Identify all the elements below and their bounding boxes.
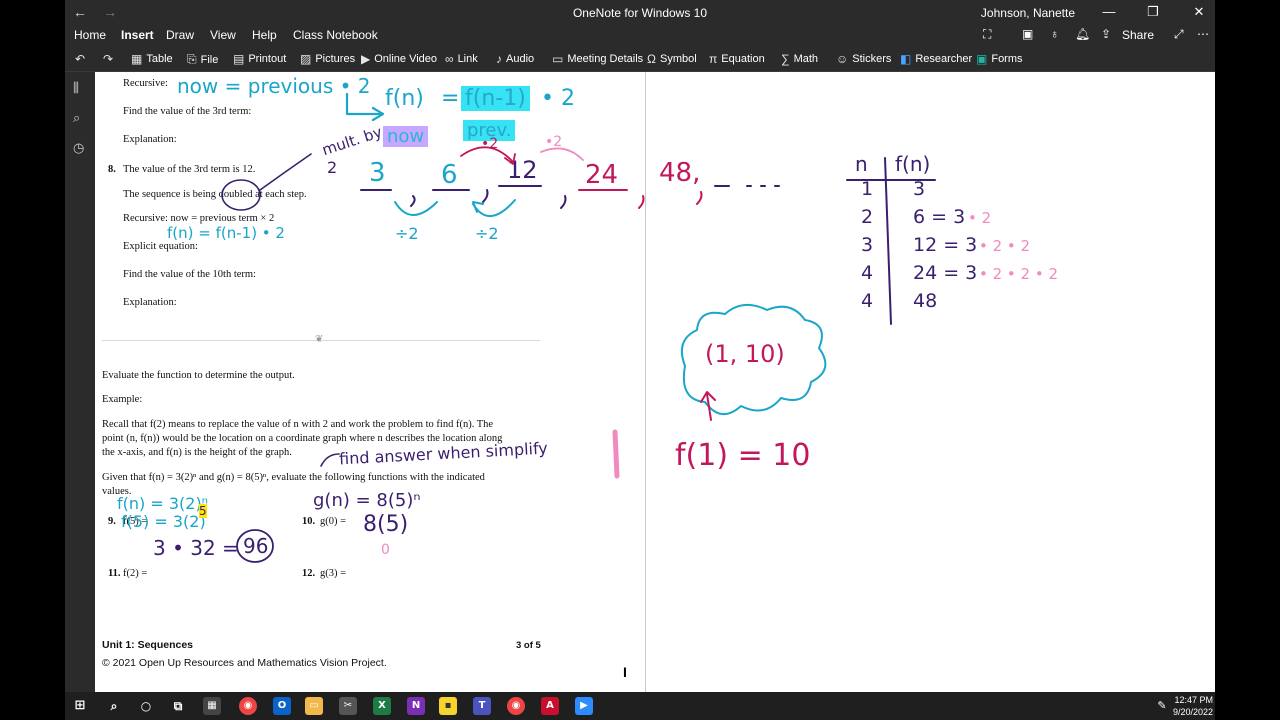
ink-table-n-3: 3 xyxy=(861,234,874,256)
picture-icon: ▨ xyxy=(300,52,312,66)
ribbon-symbol[interactable]: Ω Symbol xyxy=(647,52,697,66)
ink-table-n-2: 2 xyxy=(861,206,874,228)
navigation-rail: ⫼ ⌕ ◷ xyxy=(65,72,95,692)
onenote-window: ← → OneNote for Windows 10 Johnson, Nane… xyxy=(65,0,1215,692)
clock-date: 9/20/2022 xyxy=(1172,707,1213,717)
title-bar: ← → OneNote for Windows 10 Johnson, Nane… xyxy=(65,0,1215,24)
bell-icon[interactable]: 🔔︎ xyxy=(1075,27,1090,41)
researcher-icon: ◧ xyxy=(900,52,912,66)
ink-table-f-5: 48 xyxy=(913,290,938,312)
ribbon-meeting-details[interactable]: ▭ Meeting Details xyxy=(552,52,643,66)
math-icon: ∑ xyxy=(781,52,790,66)
ink-table-f-4: 24 = 3 xyxy=(913,262,978,284)
tab-help[interactable]: Help xyxy=(252,28,277,42)
notebook-sync-icon[interactable]: ▣ xyxy=(1022,27,1033,41)
ribbon-audio[interactable]: ♪ Audio xyxy=(496,52,534,66)
zoom-icon[interactable]: ▶ xyxy=(575,697,593,715)
omega-icon: Ω xyxy=(647,52,656,66)
tab-draw[interactable]: Draw xyxy=(166,28,194,42)
file-explorer-icon[interactable]: ▭ xyxy=(305,697,323,715)
ribbon-printout[interactable]: ▤ Printout xyxy=(233,52,286,66)
excel-icon[interactable]: X xyxy=(373,697,391,715)
ribbon-table[interactable]: ▦ Table xyxy=(131,52,173,66)
user-name[interactable]: Johnson, Nanette xyxy=(981,6,1075,20)
ribbon-stickers[interactable]: ☺ Stickers xyxy=(836,52,891,66)
note-page[interactable]: Recursive: Find the value of the 3rd ter… xyxy=(95,72,1215,692)
menu-tabs: Home Insert Draw View Help Class Noteboo… xyxy=(65,24,1215,46)
tab-class-notebook[interactable]: Class Notebook xyxy=(293,28,378,42)
ink-strokes xyxy=(221,92,936,563)
full-page-view-icon[interactable]: ⛶ xyxy=(983,27,991,42)
search-icon[interactable]: ⌕ xyxy=(73,110,80,126)
ink-table-extra-4: • 2 • 2 • 2 xyxy=(979,265,1059,283)
sticker-icon: ☺ xyxy=(836,52,849,66)
teams-icon[interactable]: T xyxy=(473,697,491,715)
redo-icon[interactable]: ↷ xyxy=(103,52,113,66)
restore-icon[interactable]: ❐ xyxy=(1143,4,1163,20)
cortana-icon[interactable]: ○ xyxy=(137,697,155,715)
table-icon: ▦ xyxy=(131,52,143,66)
ribbon-math[interactable]: ∑ Math xyxy=(781,52,818,66)
ribbon-researcher[interactable]: ◧ Researcher xyxy=(900,52,972,66)
paperclip-icon: ⎘ xyxy=(187,52,197,66)
ribbon-link[interactable]: ∞ Link xyxy=(445,52,478,66)
forms-icon: ▣ xyxy=(976,52,988,66)
acrobat-icon[interactable]: A xyxy=(541,697,559,715)
share-button[interactable]: Share xyxy=(1122,28,1154,42)
tab-view[interactable]: View xyxy=(210,28,236,42)
ink-table-f-3: 12 = 3 xyxy=(913,234,978,256)
task-view-icon[interactable]: ⧉ xyxy=(169,697,187,715)
ink-table-f-1: 3 xyxy=(913,178,926,200)
tab-insert[interactable]: Insert xyxy=(121,28,154,46)
onenote-icon[interactable]: N xyxy=(407,697,425,715)
ink-table-f-2: 6 = 3 xyxy=(913,206,966,228)
undo-icon[interactable]: ↶ xyxy=(75,52,85,66)
ink-table-n-1: 1 xyxy=(861,178,874,200)
video-icon: ▶ xyxy=(361,52,371,66)
windows-taskbar: ⊞ ⌕ ○ ⧉ ▦ ◉ O ▭ ✂ X N ▪ T ◉ A ▶ ✎ 12:47 … xyxy=(65,692,1215,720)
snip-tool-icon[interactable]: ✂ xyxy=(339,697,357,715)
ribbon-equation[interactable]: π Equation xyxy=(709,52,765,66)
microphone-icon: ♪ xyxy=(496,52,502,66)
calendar-icon: ▭ xyxy=(552,52,564,66)
ink-table-n-5: 4 xyxy=(861,290,874,312)
pi-icon: π xyxy=(709,52,718,66)
minimize-icon[interactable]: — xyxy=(1099,4,1119,19)
insert-ribbon: ↶ ↷ ▦ Table ⎘ File ▤ Printout ▨ Pictures ▶ On… xyxy=(65,44,1215,72)
clock-time: 12:47 PM xyxy=(1174,695,1213,705)
recent-icon[interactable]: ◷ xyxy=(73,140,84,156)
lightbulb-icon[interactable]: ♁ xyxy=(1050,27,1059,41)
sticky-notes-icon[interactable]: ▪ xyxy=(439,697,457,715)
chrome-icon-2[interactable]: ◉ xyxy=(507,697,525,715)
ink-table-extra-3: • 2 • 2 xyxy=(979,237,1031,255)
more-icon[interactable]: ⋯ xyxy=(1197,27,1209,41)
calculator-icon[interactable]: ▦ xyxy=(203,697,221,715)
search-icon[interactable]: ⌕ xyxy=(105,697,123,715)
ink-table-n-4: 4 xyxy=(861,262,874,284)
link-icon: ∞ xyxy=(445,52,454,66)
close-icon[interactable]: ✕ xyxy=(1189,4,1209,20)
clock[interactable]: 12:47 PM 9/20/2022 xyxy=(1173,694,1213,718)
chrome-icon[interactable]: ◉ xyxy=(239,697,257,715)
pen-icon[interactable]: ✎ xyxy=(1153,697,1171,715)
ink-table-extra-2: • 2 xyxy=(968,209,992,227)
tab-home[interactable]: Home xyxy=(74,28,106,42)
ribbon-pictures[interactable]: ▨ Pictures xyxy=(300,52,355,66)
notebooks-icon[interactable]: ⫼ xyxy=(73,80,79,96)
text-cursor-icon: I xyxy=(623,664,627,680)
printout-icon: ▤ xyxy=(233,52,245,66)
start-icon[interactable]: ⊞ xyxy=(71,697,89,715)
outlook-icon[interactable]: O xyxy=(273,697,291,715)
share-icon[interactable]: ⇪ xyxy=(1101,27,1111,41)
expand-icon[interactable]: ⤢ xyxy=(1174,27,1184,42)
ribbon-file[interactable]: ⎘ File xyxy=(187,52,218,67)
ribbon-forms[interactable]: ▣ Forms xyxy=(976,52,1023,66)
ribbon-online-video[interactable]: ▶ Online Video xyxy=(361,52,437,66)
